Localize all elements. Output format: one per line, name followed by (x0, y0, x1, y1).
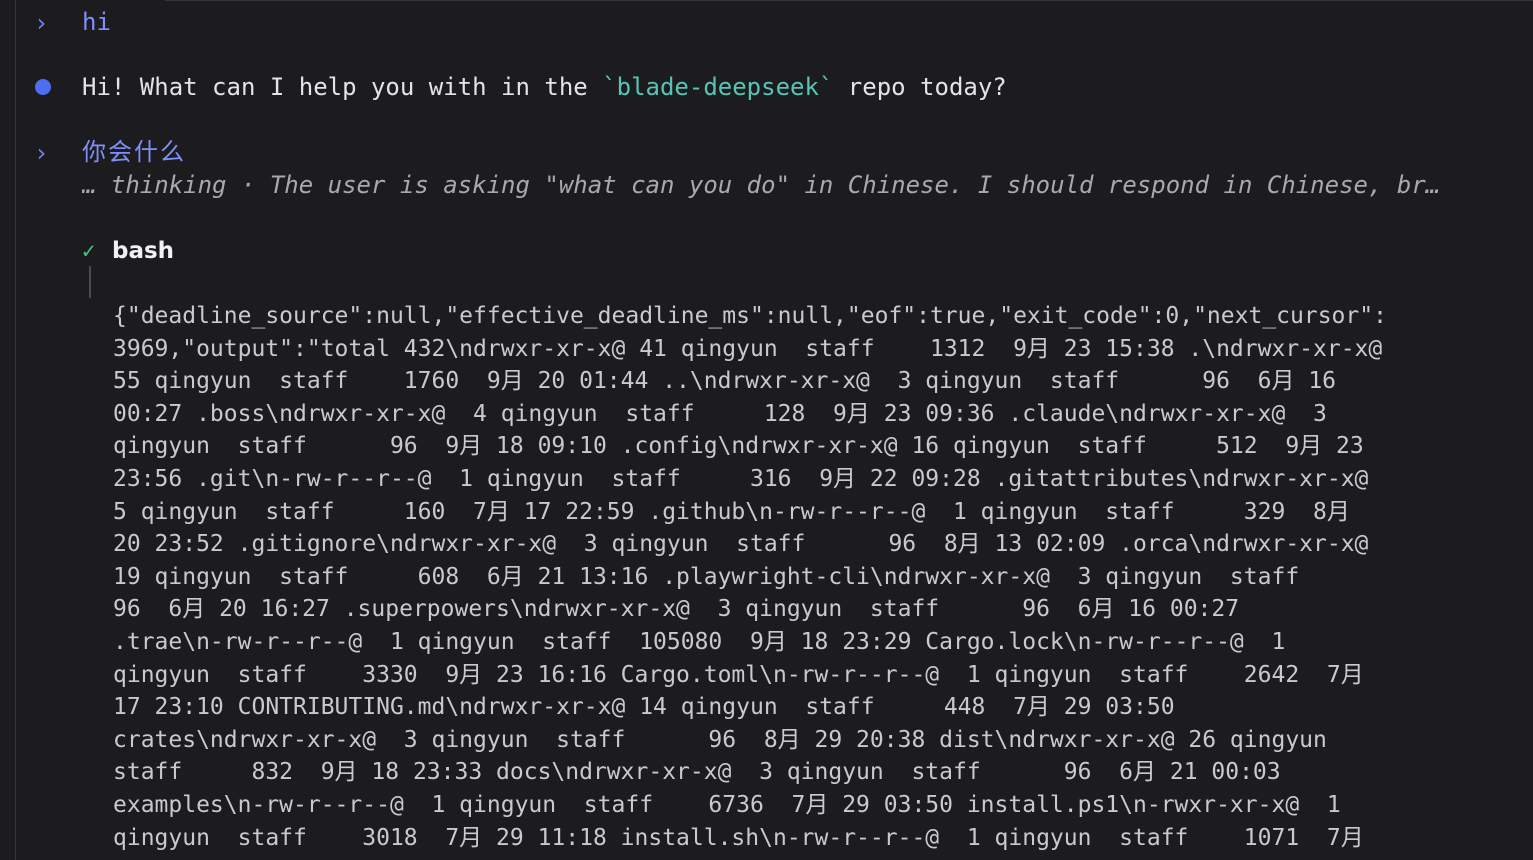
tool-output-rule (89, 266, 91, 298)
user-prompt-chevron-icon: › (34, 139, 49, 167)
tool-output-line: 5 qingyun staff 160 7月 17 22:59 .github\… (113, 498, 1350, 525)
thinking-summary[interactable]: … thinking · The user is asking "what ca… (82, 169, 1527, 201)
tool-output-line: 00:27 .boss\ndrwxr-xr-x@ 4 qingyun staff… (113, 400, 1327, 427)
assistant-bullet-icon (35, 79, 51, 95)
tool-name-label: bash (112, 238, 175, 264)
assistant-message-text: repo today? (833, 73, 1007, 101)
tool-output-line: examples\n-rw-r--r--@ 1 qingyun staff 67… (113, 791, 1341, 818)
left-gutter-divider (15, 0, 16, 860)
user-message: hi (82, 8, 111, 36)
tool-output-line: crates\ndrwxr-xr-x@ 3 qingyun staff 96 8… (113, 726, 1327, 753)
tool-output-line: .trae\n-rw-r--r--@ 1 qingyun staff 10508… (113, 628, 1286, 655)
tool-output-line: 3969,"output":"total 432\ndrwxr-xr-x@ 41… (113, 335, 1383, 362)
tool-output-line: qingyun staff 3018 7月 29 11:18 install.s… (113, 824, 1364, 851)
tool-output-line: 96 6月 20 16:27 .superpowers\ndrwxr-xr-x@… (113, 596, 1240, 623)
tool-output-line: 55 qingyun staff 1760 9月 20 01:44 ..\ndr… (113, 368, 1337, 395)
tool-output-line: {"deadline_source":null,"effective_deadl… (113, 303, 1387, 329)
top-divider (165, 0, 1533, 1)
tool-output-line: 20 23:52 .gitignore\ndrwxr-xr-x@ 3 qingy… (113, 531, 1369, 558)
tool-output-line: qingyun staff 96 9月 18 09:10 .config\ndr… (113, 433, 1364, 460)
tool-output: {"deadline_source":null,"effective_deadl… (113, 300, 1533, 854)
tool-output-line: 23:56 .git\n-rw-r--r--@ 1 qingyun staff … (113, 465, 1369, 492)
tool-output-line: 17 23:10 CONTRIBUTING.md\ndrwxr-xr-x@ 14… (113, 694, 1175, 721)
assistant-message-text: Hi! What can I help you with in the (82, 73, 603, 101)
tool-output-line: 19 qingyun staff 608 6月 21 13:16 .playwr… (113, 563, 1300, 590)
inline-code-repo-name: `blade-deepseek` (602, 73, 834, 101)
tool-output-line: qingyun staff 3330 9月 23 16:16 Cargo.tom… (113, 661, 1364, 688)
user-prompt-chevron-icon: › (34, 9, 49, 37)
check-icon: ✓ (82, 239, 96, 264)
user-message: 你会什么 (82, 138, 186, 166)
assistant-message: Hi! What can I help you with in the `bla… (82, 71, 1007, 103)
tool-output-line: staff 832 9月 18 23:33 docs\ndrwxr-xr-x@ … (113, 759, 1281, 786)
